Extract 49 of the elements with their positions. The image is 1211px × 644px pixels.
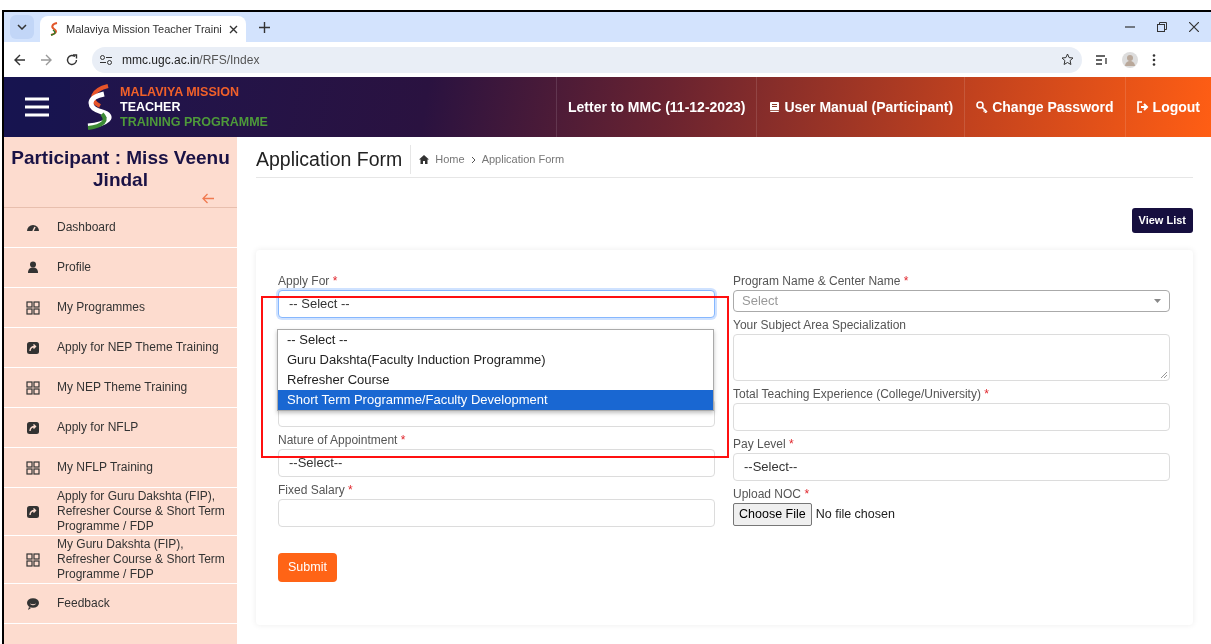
field-label: Nature of Appointment * (278, 432, 406, 447)
nav-link[interactable]: Change Password (964, 77, 1125, 137)
field-label: Program Name & Center Name * (733, 273, 909, 288)
dropdown-option[interactable]: Refresher Course (278, 370, 713, 390)
view-list-button[interactable]: View List (1131, 208, 1193, 233)
logo-text: TRAINING PROGRAMME (120, 114, 268, 130)
nav-link[interactable]: User Manual (Participant) (756, 77, 965, 137)
sidebar-item[interactable]: My Guru Dakshta (FIP), Refresher Course & Short Term Programme / FDP (4, 536, 237, 584)
field-label: Fixed Salary * (278, 482, 353, 497)
sidebar-item[interactable]: My NFLP Training (4, 448, 237, 488)
logo-text: TEACHER (120, 99, 182, 115)
sidebar-item[interactable]: My Programmes (4, 288, 237, 328)
breadcrumb-current: Application Form (481, 152, 565, 168)
select-field[interactable]: --Select-- (733, 452, 1170, 481)
dropdown-option[interactable]: -- Select -- (278, 330, 713, 350)
field-label: Upload NOC * (733, 486, 810, 501)
nav-link[interactable]: Letter to MMC (11-12-2023) (556, 77, 757, 137)
required-marker: * (332, 273, 338, 288)
field-label: Total Teaching Experience (College/University) * (733, 386, 989, 401)
sidebar-item[interactable]: My NEP Theme Training (4, 368, 237, 408)
select-field[interactable]: --Select-- (278, 448, 715, 477)
sidebar-item[interactable]: Apply for NEP Theme Training (4, 328, 237, 368)
required-marker: * (348, 482, 353, 497)
logo-text: MALAVIYA MISSION (120, 84, 240, 100)
sidebar-item[interactable]: Apply for NFLP (4, 408, 237, 448)
sidebar-item[interactable]: Apply for Guru Dakshta (FIP), Refresher Course & Short Term Programme / FDP (4, 488, 237, 536)
required-marker: * (984, 386, 989, 401)
required-marker: * (903, 273, 909, 288)
choose-file-button[interactable]: Choose File (733, 502, 812, 526)
field-label: Apply For * (278, 273, 338, 288)
sidebar-item[interactable]: Profile (4, 248, 237, 288)
browser-tab[interactable]: Malaviya Mission Teacher Traini (40, 16, 246, 42)
sidebar-item[interactable]: Feedback (4, 584, 237, 624)
dropdown-option[interactable]: Guru Dakshta(Faculty Induction Programme) (278, 350, 713, 370)
field-label: Pay Level * (733, 436, 794, 451)
required-marker: * (789, 436, 794, 451)
url-text: mmc.ugc.ac.in/RFS/Index (122, 51, 260, 69)
address-bar[interactable]: mmc.ugc.ac.in/RFS/Index (92, 46, 1082, 73)
select-field[interactable]: -- Select -- (278, 289, 715, 318)
dropdown-option[interactable]: Short Term Programme/Faculty Development (278, 390, 713, 410)
breadcrumb-link[interactable]: Home (435, 151, 465, 168)
file-status: No file chosen (815, 505, 895, 523)
sidebar-heading: Participant : Miss Veenu Jindal (10, 147, 231, 191)
page-title: Application Form (256, 145, 412, 175)
required-marker: * (804, 486, 810, 501)
sidebar-item[interactable]: Dashboard (4, 208, 237, 248)
field-label: Your Subject Area Specialization (733, 317, 906, 332)
required-marker: * (400, 432, 406, 447)
tab-title: Malaviya Mission Teacher Traini (66, 21, 223, 37)
